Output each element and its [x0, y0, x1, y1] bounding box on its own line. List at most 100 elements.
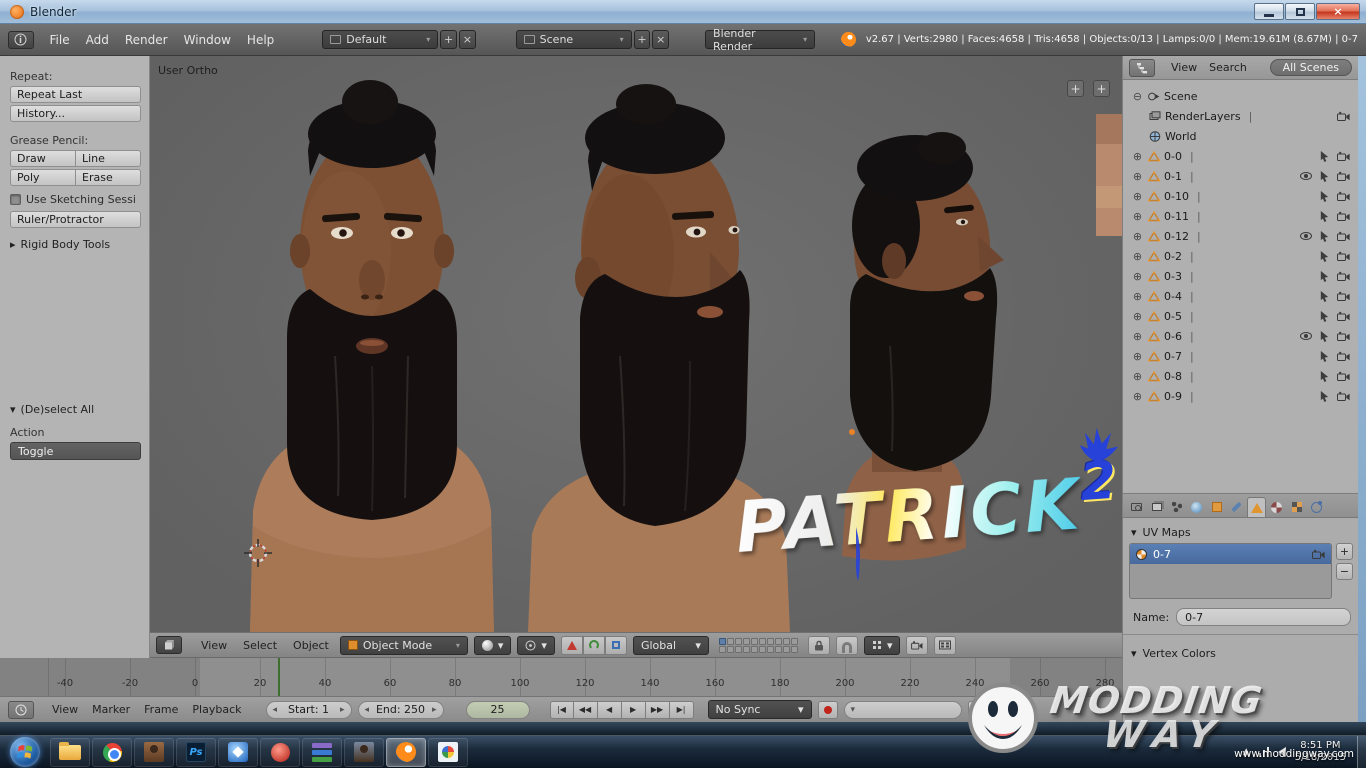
outliner-object-row[interactable]: ⊕ 0-10 | — [1131, 186, 1352, 206]
render-visibility-icon[interactable] — [1337, 391, 1350, 402]
checkbox-icon[interactable] — [10, 194, 21, 205]
add-layout-button[interactable]: + — [440, 30, 457, 49]
selectability-icon[interactable] — [1318, 191, 1331, 202]
render-camera-icon[interactable] — [1312, 549, 1325, 560]
outliner-object-row[interactable]: ⊕ 0-9 | — [1131, 386, 1352, 406]
timeline-menu-marker[interactable]: Marker — [88, 703, 134, 716]
timeline-canvas[interactable]: -40-200204060801001201401601802002202402… — [0, 658, 1122, 696]
outliner-object-row[interactable]: ⊕ 0-11 | — [1131, 206, 1352, 226]
taskbar-red-app-button[interactable] — [260, 738, 300, 767]
expand-icon[interactable]: ⊕ — [1131, 390, 1144, 403]
expand-icon[interactable]: ⊕ — [1131, 270, 1144, 283]
render-visibility-icon[interactable] — [1337, 231, 1350, 242]
tab-world[interactable] — [1187, 497, 1206, 517]
render-visibility-icon[interactable] — [1337, 291, 1350, 302]
mode-selector[interactable]: Object Mode ▾ — [340, 636, 468, 655]
editor-type-info-button[interactable] — [8, 31, 34, 49]
expand-icon[interactable]: ⊕ — [1131, 350, 1144, 363]
editor-type-3dview-button[interactable] — [156, 636, 182, 654]
expand-icon[interactable]: ⊕ — [1131, 310, 1144, 323]
expand-icon[interactable]: ⊕ — [1131, 150, 1144, 163]
outliner-object-row[interactable]: ⊕ 0-7 | — [1131, 346, 1352, 366]
history-button[interactable]: History... — [10, 105, 141, 122]
outliner-object-row[interactable]: ⊕ 0-4 | — [1131, 286, 1352, 306]
timeline-menu-view[interactable]: View — [48, 703, 82, 716]
outliner-renderlayers-row[interactable]: RenderLayers | — [1131, 106, 1352, 126]
tab-physics[interactable] — [1307, 497, 1326, 517]
end-frame-field[interactable]: ◂ End: 250 ▸ — [358, 701, 444, 719]
jump-to-start-button[interactable]: |◀ — [550, 701, 574, 719]
selectability-icon[interactable] — [1318, 271, 1331, 282]
window-titlebar[interactable]: Blender × — [0, 0, 1366, 24]
outliner-object-row[interactable]: ⊕ 0-5 | — [1131, 306, 1352, 326]
menu-object[interactable]: Object — [288, 639, 334, 652]
previous-keyframe-button[interactable]: ◀◀ — [574, 701, 598, 719]
taskbar-chrome-button[interactable] — [92, 738, 132, 767]
repeat-last-button[interactable]: Repeat Last — [10, 86, 141, 103]
selectability-icon[interactable] — [1318, 231, 1331, 242]
taskbar-photoshop-button[interactable]: Ps — [176, 738, 216, 767]
uv-name-input[interactable] — [1176, 608, 1351, 626]
collapse-icon[interactable]: ⊖ — [1131, 90, 1144, 103]
tab-render[interactable] — [1127, 497, 1146, 517]
ruler-protractor-button[interactable]: Ruler/Protractor — [10, 211, 141, 228]
selectability-icon[interactable] — [1318, 391, 1331, 402]
taskbar-photo-button[interactable] — [134, 738, 174, 767]
taskbar-explorer-button[interactable] — [50, 738, 90, 767]
timeline-menu-frame[interactable]: Frame — [140, 703, 182, 716]
tab-modifiers[interactable] — [1227, 497, 1246, 517]
selectability-icon[interactable] — [1318, 311, 1331, 322]
maximize-button[interactable] — [1285, 3, 1315, 20]
outliner-scene-row[interactable]: ⊖ Scene — [1131, 86, 1352, 106]
expand-icon[interactable]: ⊕ — [1131, 290, 1144, 303]
deselect-all-panel-header[interactable]: ▾ (De)select All — [10, 403, 141, 416]
snap-element-selector[interactable]: ▾ — [864, 636, 901, 655]
scene-selector[interactable]: Scene ▾ — [516, 30, 632, 49]
visibility-eye-icon[interactable] — [1300, 232, 1312, 240]
object-name[interactable]: 0-0 — [1164, 150, 1182, 163]
play-button[interactable]: ▶ — [622, 701, 646, 719]
selectability-icon[interactable] — [1318, 211, 1331, 222]
render-visibility-icon[interactable] — [1337, 271, 1350, 282]
menu-help[interactable]: Help — [239, 31, 282, 49]
render-visibility-icon[interactable] — [1337, 191, 1350, 202]
timeline-menu-playback[interactable]: Playback — [188, 703, 245, 716]
expand-panel-button[interactable]: + — [1067, 80, 1084, 97]
render-opengl-button[interactable] — [906, 636, 928, 655]
uv-maps-panel-header[interactable]: ▾ UV Maps — [1123, 518, 1359, 543]
taskbar-winrar-button[interactable] — [302, 738, 342, 767]
render-visibility-icon[interactable] — [1337, 111, 1350, 122]
renderlayers-name[interactable]: RenderLayers — [1165, 110, 1241, 123]
expand-icon[interactable]: ⊕ — [1131, 210, 1144, 223]
action-toggle-dropdown[interactable]: Toggle — [10, 442, 141, 460]
play-reverse-button[interactable]: ◀ — [598, 701, 622, 719]
menu-file[interactable]: File — [42, 31, 78, 49]
editor-type-timeline-button[interactable] — [8, 701, 34, 719]
editor-type-outliner-button[interactable] — [1129, 59, 1155, 77]
selectability-icon[interactable] — [1318, 331, 1331, 342]
screen-layout-selector[interactable]: Default ▾ — [322, 30, 438, 49]
grease-line-button[interactable]: Line — [76, 150, 141, 167]
render-visibility-icon[interactable] — [1337, 211, 1350, 222]
delete-layout-button[interactable]: × — [459, 30, 476, 49]
add-scene-button[interactable]: + — [634, 30, 651, 49]
render-visibility-icon[interactable] — [1337, 371, 1350, 382]
taskbar-photo2-button[interactable] — [344, 738, 384, 767]
start-button[interactable] — [10, 737, 40, 767]
visibility-eye-icon[interactable] — [1300, 172, 1312, 180]
object-name[interactable]: 0-9 — [1164, 390, 1182, 403]
world-name[interactable]: World — [1165, 130, 1197, 143]
translate-manipulator-button[interactable] — [561, 636, 583, 655]
menu-add[interactable]: Add — [78, 31, 117, 49]
object-name[interactable]: 0-11 — [1164, 210, 1189, 223]
increment-arrow-icon[interactable]: ▸ — [340, 705, 345, 715]
menu-view[interactable]: View — [196, 639, 232, 652]
sketching-sessions-checkbox-row[interactable]: Use Sketching Sessi — [10, 193, 141, 206]
tab-object-data[interactable] — [1247, 497, 1266, 517]
tab-texture[interactable] — [1287, 497, 1306, 517]
show-desktop-button[interactable] — [1357, 736, 1366, 768]
tab-render-layers[interactable] — [1147, 497, 1166, 517]
remove-uv-map-button[interactable]: − — [1336, 563, 1353, 580]
outliner-object-row[interactable]: ⊕ 0-3 | — [1131, 266, 1352, 286]
keying-set-field[interactable]: ▾ — [844, 701, 962, 719]
